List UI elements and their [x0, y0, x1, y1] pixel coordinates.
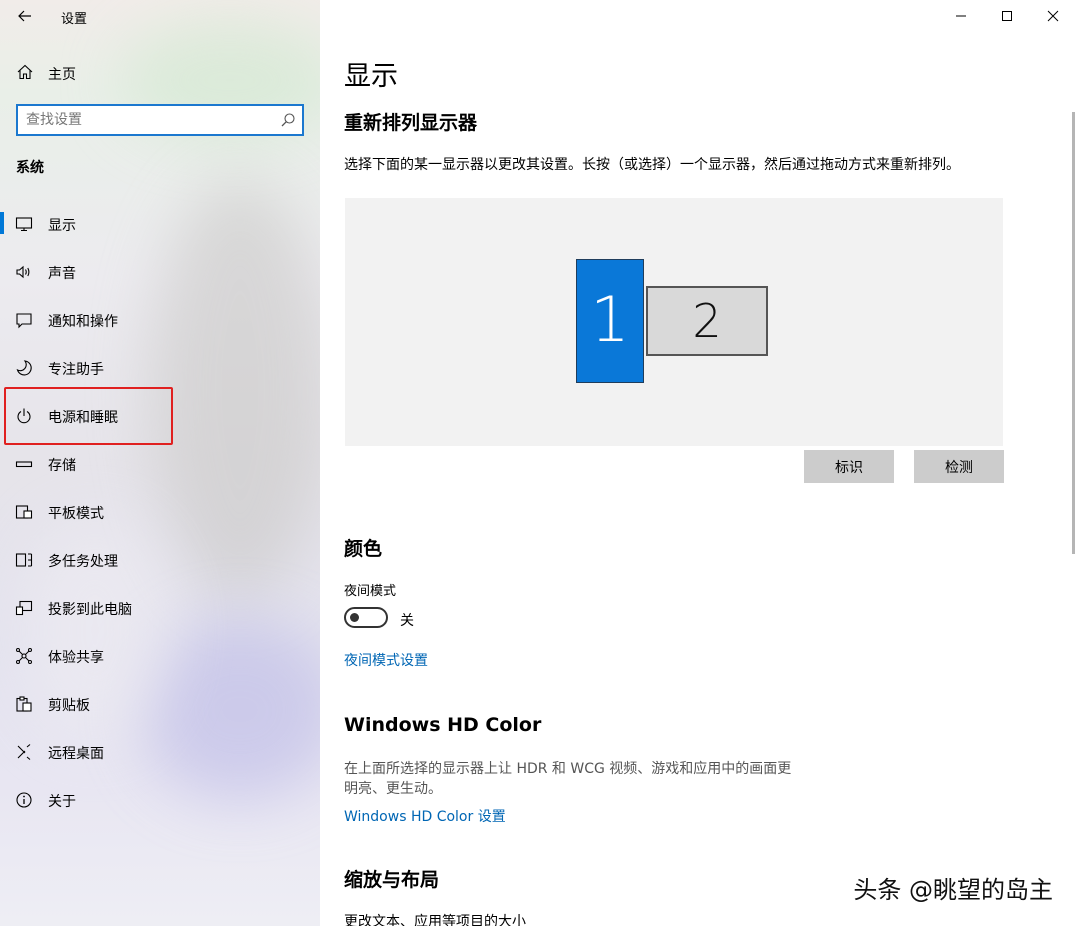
sidebar: 设置 主页 系统 显示: [0, 0, 320, 926]
multitask-icon: [15, 553, 33, 567]
rearrange-description: 选择下面的某一显示器以更改其设置。长按（或选择）一个显示器，然后通过拖动方式来重…: [344, 157, 960, 173]
sidebar-item-label: 剪贴板: [48, 698, 90, 714]
sidebar-item-label: 投影到此电脑: [48, 602, 132, 618]
night-mode-toggle[interactable]: [344, 607, 388, 628]
moon-icon: [16, 360, 32, 376]
back-arrow-icon: [18, 10, 31, 22]
sidebar-item-storage[interactable]: 存储: [0, 440, 320, 488]
night-mode-state: 关: [400, 613, 414, 629]
page-title: 显示: [344, 61, 398, 92]
sidebar-item-label: 显示: [48, 218, 76, 234]
power-icon: [17, 408, 31, 424]
sidebar-item-label: 存储: [48, 458, 76, 474]
detect-button[interactable]: 检测: [914, 450, 1004, 483]
hd-color-description: 在上面所选择的显示器上让 HDR 和 WCG 视频、游戏和应用中的画面更明亮、更…: [344, 761, 792, 797]
window-controls: [938, 0, 1078, 32]
close-icon: [1047, 10, 1059, 22]
hd-color-settings-link[interactable]: Windows HD Color 设置: [344, 806, 506, 826]
sidebar-item-label: 远程桌面: [48, 746, 104, 762]
share-icon: [16, 648, 32, 664]
search-input[interactable]: [26, 110, 276, 130]
hd-color-title: Windows HD Color: [344, 714, 542, 736]
maximize-icon: [1002, 11, 1012, 21]
search-box[interactable]: [16, 104, 304, 136]
sidebar-item-about[interactable]: 关于: [0, 776, 320, 824]
sidebar-item-label: 关于: [48, 794, 76, 810]
title-bar: 设置: [0, 0, 320, 32]
sidebar-item-label: 专注助手: [48, 362, 104, 378]
sidebar-item-multitasking[interactable]: 多任务处理: [0, 536, 320, 584]
tablet-icon: [15, 505, 33, 519]
sidebar-item-label: 声音: [48, 266, 76, 282]
display-arrangement-area[interactable]: 1 2: [345, 198, 1003, 446]
watermark: 头条 @眺望的岛主: [853, 876, 1053, 904]
sidebar-item-clipboard[interactable]: 剪贴板: [0, 680, 320, 728]
notification-icon: [16, 313, 32, 329]
search-icon[interactable]: [280, 112, 296, 128]
display-2[interactable]: 2: [646, 286, 768, 356]
sidebar-item-label: 通知和操作: [48, 314, 118, 330]
app-title: 设置: [61, 12, 88, 27]
sidebar-item-label: 主页: [48, 67, 76, 83]
sidebar-item-label: 电源和睡眠: [48, 410, 118, 426]
rearrange-title: 重新排列显示器: [344, 112, 478, 134]
minimize-icon: [956, 15, 966, 17]
remote-icon: [17, 744, 31, 760]
close-button[interactable]: [1030, 0, 1076, 32]
scale-description: 更改文本、应用等项目的大小: [344, 914, 526, 926]
home-icon: [17, 64, 33, 80]
sidebar-item-label: 多任务处理: [48, 554, 118, 570]
sidebar-nav: 显示 声音 通知和操作 专注助手 电源和睡眠 存储 平板模式 多任务处理 投影到…: [0, 200, 320, 824]
sidebar-item-shared-experiences[interactable]: 体验共享: [0, 632, 320, 680]
project-icon: [15, 600, 33, 616]
info-icon: [16, 792, 32, 808]
speaker-icon: [16, 265, 30, 279]
sidebar-item-notifications[interactable]: 通知和操作: [0, 296, 320, 344]
section-title: 系统: [16, 160, 44, 176]
sidebar-item-label: 平板模式: [48, 506, 104, 522]
sidebar-item-display[interactable]: 显示: [0, 200, 320, 248]
sidebar-item-label: 体验共享: [48, 650, 104, 666]
display-1[interactable]: 1: [576, 259, 644, 383]
night-mode-settings-link[interactable]: 夜间模式设置: [344, 650, 428, 670]
sidebar-item-home[interactable]: 主页: [0, 56, 320, 90]
toggle-knob: [350, 613, 359, 622]
maximize-button[interactable]: [984, 0, 1030, 32]
main-content: 显示 重新排列显示器 选择下面的某一显示器以更改其设置。长按（或选择）一个显示器…: [320, 0, 1078, 926]
color-title: 颜色: [344, 538, 383, 560]
scale-layout-title: 缩放与布局: [344, 869, 440, 891]
clipboard-icon: [16, 696, 32, 712]
sidebar-item-focus-assist[interactable]: 专注助手: [0, 344, 320, 392]
sidebar-item-project-to-pc[interactable]: 投影到此电脑: [0, 584, 320, 632]
sidebar-item-sound[interactable]: 声音: [0, 248, 320, 296]
sidebar-item-power-sleep[interactable]: 电源和睡眠: [0, 392, 320, 440]
sidebar-item-tablet-mode[interactable]: 平板模式: [0, 488, 320, 536]
storage-icon: [15, 461, 33, 468]
back-button[interactable]: [14, 6, 36, 26]
night-mode-label: 夜间模式: [344, 584, 397, 599]
scrollbar[interactable]: [1072, 112, 1075, 554]
minimize-button[interactable]: [938, 0, 984, 32]
monitor-icon: [15, 217, 33, 232]
identify-button[interactable]: 标识: [804, 450, 894, 483]
sidebar-item-remote-desktop[interactable]: 远程桌面: [0, 728, 320, 776]
